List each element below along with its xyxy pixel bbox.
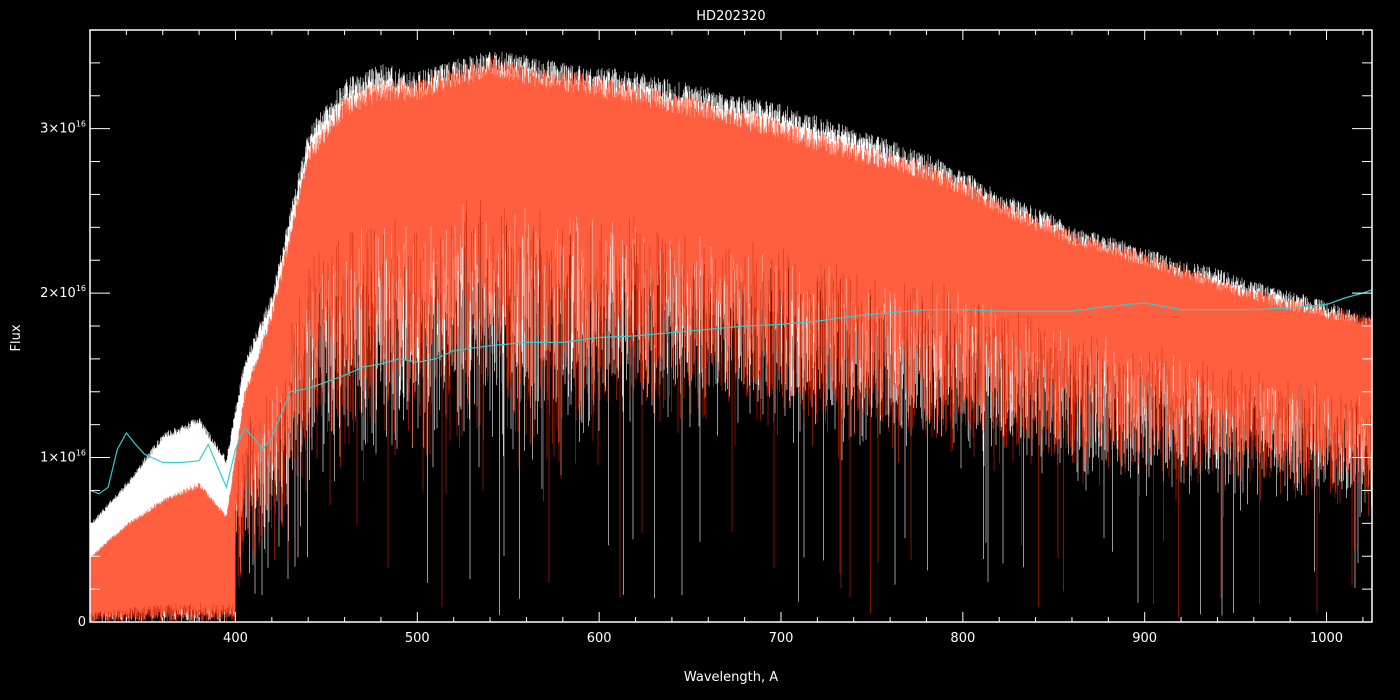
- x-axis-label: Wavelength, A: [684, 670, 778, 685]
- x-tick-label: 900: [1132, 631, 1157, 646]
- y-axis-label: Flux: [9, 324, 24, 351]
- x-tick-label: 600: [587, 631, 612, 646]
- x-tick-label: 700: [769, 631, 794, 646]
- x-tick-label: 1000: [1310, 631, 1343, 646]
- x-tick-label: 400: [223, 631, 248, 646]
- spectrum-chart: HD202320 400 500 600 700 800 900 100001×10162×…: [0, 0, 1400, 700]
- x-tick-label: 500: [405, 631, 430, 646]
- x-tick-label: 800: [950, 631, 975, 646]
- y-tick-label: 0: [78, 615, 86, 630]
- chart-title: HD202320: [696, 9, 765, 24]
